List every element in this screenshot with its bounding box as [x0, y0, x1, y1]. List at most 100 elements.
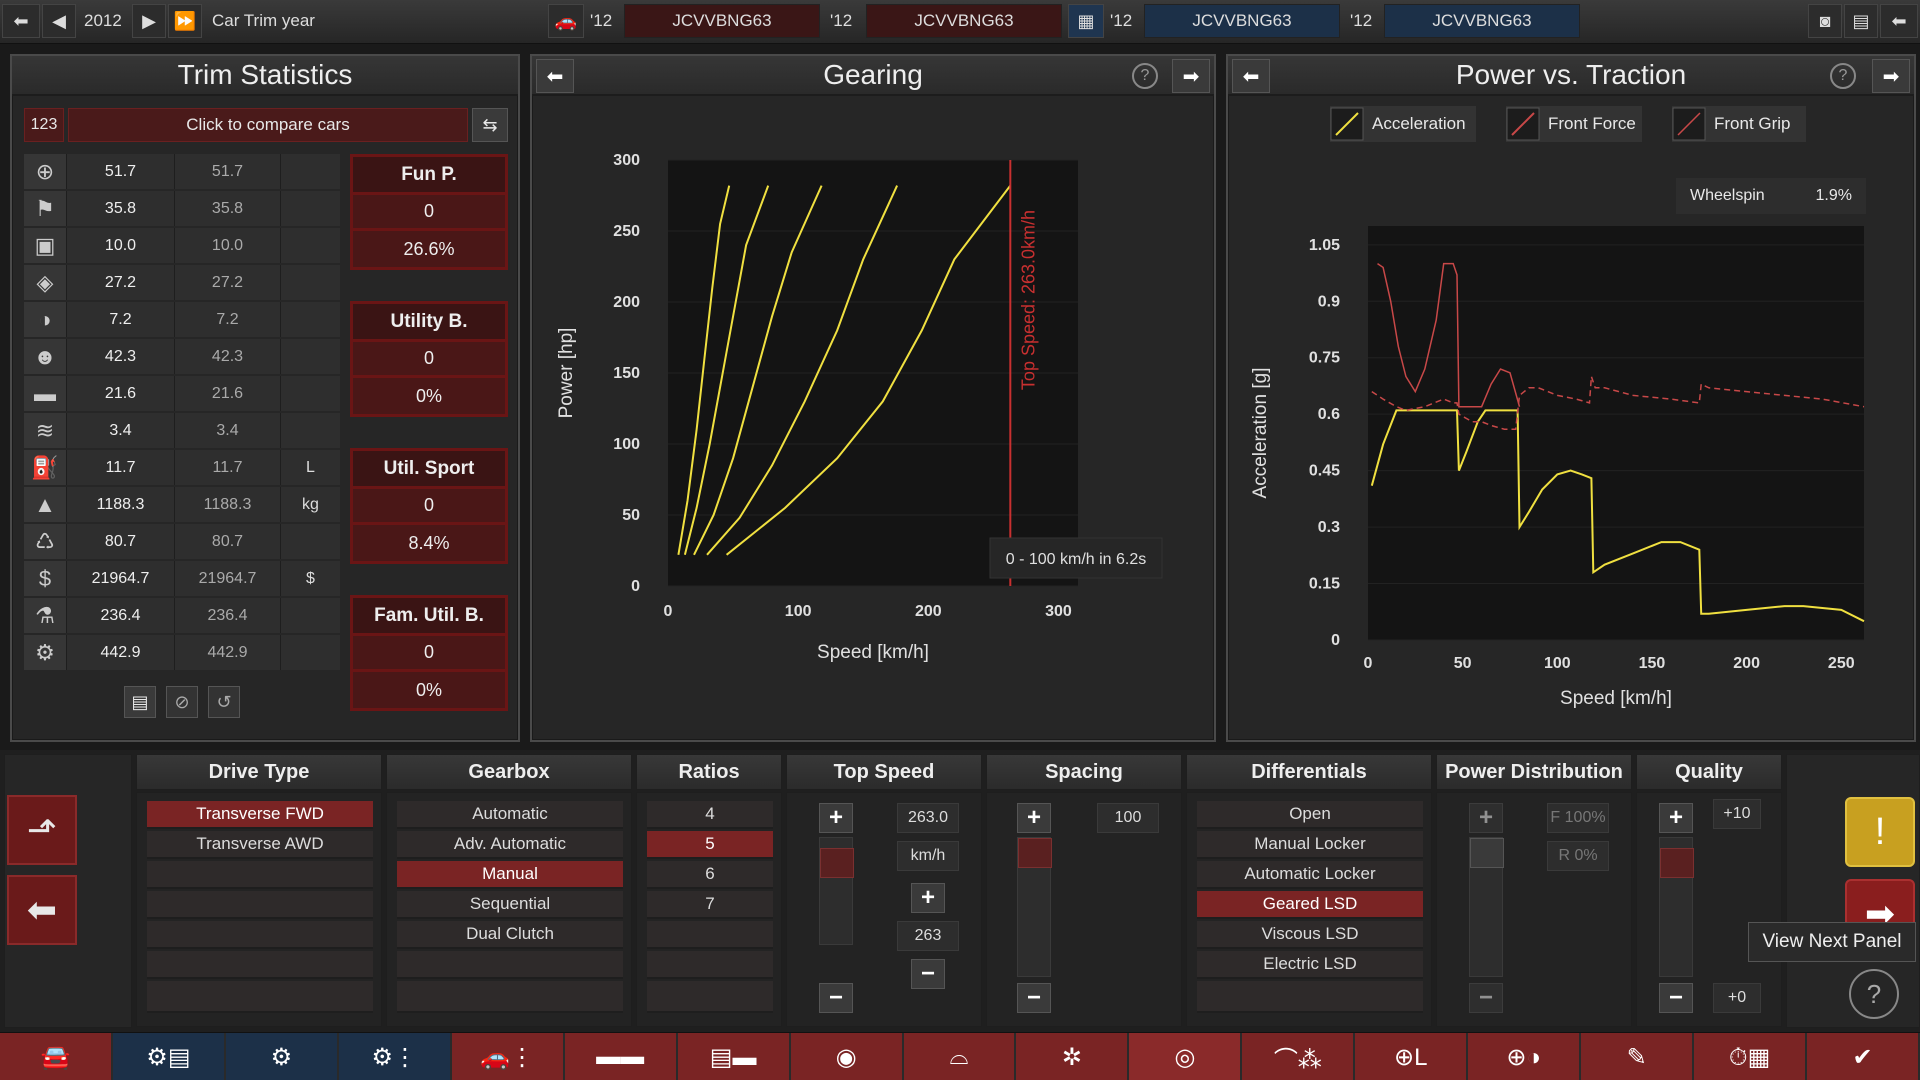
stat-unit [280, 228, 340, 263]
car-body-icon[interactable]: 🚘 [0, 1033, 111, 1080]
differential-option[interactable]: Open [1197, 801, 1423, 829]
ratio-option[interactable]: 6 [647, 861, 773, 889]
score-box: Util. Sport 0 8.4% [350, 448, 508, 564]
car-1-tab[interactable]: JCVVBNG63 [624, 4, 820, 38]
engine-icon[interactable]: ⚙ [225, 1033, 337, 1080]
drive-type-option[interactable]: Transverse FWD [147, 801, 373, 829]
distribution-increase-button[interactable]: + [1469, 803, 1503, 833]
ratio-option[interactable]: 5 [647, 831, 773, 859]
target-speed-increase-button[interactable]: + [911, 883, 945, 913]
legend-front-force[interactable]: Front Force [1506, 106, 1642, 142]
finish-icon[interactable]: ✔ [1807, 1033, 1918, 1080]
graph-icon[interactable]: ⬏ [7, 795, 77, 865]
car-trim-icon[interactable]: 🚗⋮ [451, 1033, 563, 1080]
car-2-tab[interactable]: JCVVBNG63 [866, 4, 1062, 38]
back-arrow-icon[interactable]: ⬅ [2, 4, 40, 38]
target-speed-decrease-button[interactable]: − [911, 959, 945, 989]
drive-type-option[interactable]: Transverse AWD [147, 831, 373, 859]
spacing-slider[interactable] [1017, 837, 1052, 977]
gearbox-option[interactable]: Manual [397, 861, 623, 889]
top-speed-decrease-button[interactable]: − [819, 983, 853, 1013]
traction-next-button[interactable]: ➡ [1872, 59, 1910, 93]
differential-option[interactable]: Manual Locker [1197, 831, 1423, 859]
car-3-tab[interactable]: JCVVBNG63 [1144, 4, 1340, 38]
interior-icon[interactable]: ▤▬ [677, 1033, 789, 1080]
spacing-decrease-button[interactable]: − [1017, 983, 1051, 1013]
differential-option[interactable]: Automatic Locker [1197, 861, 1423, 889]
car-icon[interactable]: 🚗 [548, 4, 584, 38]
gearbox-icon[interactable]: ⌓ [903, 1033, 1015, 1080]
headlight-icon[interactable]: ◉ [790, 1033, 902, 1080]
engine-icon[interactable]: ▦ [1068, 4, 1104, 38]
engine-tune-icon[interactable]: ⚙⋮ [338, 1033, 450, 1080]
gearbox-option[interactable]: Sequential [397, 891, 623, 919]
car-4-tab[interactable]: JCVVBNG63 [1384, 4, 1580, 38]
ratio-option[interactable]: 7 [647, 891, 773, 919]
aero-icon[interactable]: ⌒⁂ [1242, 1033, 1354, 1080]
back-arrow-icon[interactable]: ⬅ [7, 875, 77, 945]
help-icon[interactable]: ? [1830, 63, 1856, 89]
front-distribution-value: F 100% [1547, 803, 1609, 833]
year-next-button[interactable]: ▶ [132, 4, 166, 38]
gearing-prev-button[interactable]: ⬅ [536, 59, 574, 93]
camera-icon[interactable]: ◙ [1808, 4, 1842, 38]
help-icon[interactable]: ? [1132, 63, 1158, 89]
fixtures-icon[interactable]: ✎ [1581, 1033, 1693, 1080]
steering-wheel-icon: ⊕ [24, 154, 66, 189]
report-icon[interactable]: ▤ [124, 686, 156, 718]
calculator-icon[interactable]: ▤ [1844, 4, 1878, 38]
compare-cars-button[interactable]: Click to compare cars [68, 108, 468, 142]
car-2-year: '12 [830, 11, 853, 30]
legend-front-grip[interactable]: Front Grip [1672, 106, 1806, 142]
warning-icon[interactable]: ! [1845, 797, 1915, 867]
passengers-icon: ☻ [24, 339, 66, 374]
top-speed-slider[interactable] [819, 837, 854, 945]
distribution-slider-thumb[interactable] [1470, 838, 1504, 868]
year-label: 2012 [84, 11, 122, 30]
brakes-icon[interactable]: ✲ [1016, 1033, 1128, 1080]
score-title: Fun P. [353, 157, 505, 195]
compare-car-icon[interactable]: ⇆ [472, 108, 508, 142]
test-track-icon[interactable]: ⏱▦ [1694, 1033, 1806, 1080]
tyres-icon[interactable]: ◎ [1129, 1033, 1241, 1080]
differential-option[interactable]: Electric LSD [1197, 951, 1423, 979]
differential-option[interactable]: Geared LSD [1197, 891, 1423, 919]
ratio-option[interactable]: 4 [647, 801, 773, 829]
year-prev-button[interactable]: ◀ [42, 4, 76, 38]
year-fast-forward-button[interactable]: ⏩ [168, 4, 202, 38]
score-percent: 26.6% [353, 231, 505, 267]
safety-icon[interactable]: ⊕◑ [1468, 1033, 1580, 1080]
stat-row: ⚗ 236.4 236.4 [24, 598, 340, 634]
gearbox-option[interactable]: Dual Clutch [397, 921, 623, 949]
distribution-slider[interactable] [1469, 837, 1504, 977]
quality-slider-thumb[interactable] [1660, 848, 1694, 878]
legend-label: Front Grip [1714, 114, 1791, 133]
gearbox-option[interactable]: Automatic [397, 801, 623, 829]
help-icon[interactable]: ? [1849, 969, 1899, 1019]
legend-acceleration[interactable]: Acceleration [1330, 106, 1476, 142]
reset-icon[interactable]: ↺ [208, 686, 240, 718]
stat-value-current: 42.3 [66, 339, 174, 374]
handling-icon[interactable]: ⊕L [1355, 1033, 1467, 1080]
top-speed-slider-thumb[interactable] [820, 848, 854, 878]
gearing-next-button[interactable]: ➡ [1172, 59, 1210, 93]
stat-row: ▲ 1188.3 1188.3 kg [24, 487, 340, 523]
quality-increase-button[interactable]: + [1659, 803, 1693, 833]
distribution-decrease-button[interactable]: − [1469, 983, 1503, 1013]
y-tick-label: 0.3 [1318, 519, 1340, 536]
y-tick-label: 100 [613, 436, 640, 453]
traction-prev-button[interactable]: ⬅ [1232, 59, 1270, 93]
quality-decrease-button[interactable]: − [1659, 983, 1693, 1013]
x-tick-label: 200 [1733, 655, 1760, 672]
y-tick-label: 50 [622, 507, 640, 524]
spacing-slider-thumb[interactable] [1018, 838, 1052, 868]
top-speed-increase-button[interactable]: + [819, 803, 853, 833]
quality-slider[interactable] [1659, 837, 1694, 977]
differential-option[interactable]: Viscous LSD [1197, 921, 1423, 949]
chassis-icon[interactable]: ▬▬ [564, 1033, 676, 1080]
spacing-increase-button[interactable]: + [1017, 803, 1051, 833]
clear-icon[interactable]: ⊘ [166, 686, 198, 718]
exit-arrow-icon[interactable]: ⬅ [1880, 4, 1918, 38]
engine-parts-icon[interactable]: ⚙▤ [112, 1033, 224, 1080]
gearbox-option[interactable]: Adv. Automatic [397, 831, 623, 859]
